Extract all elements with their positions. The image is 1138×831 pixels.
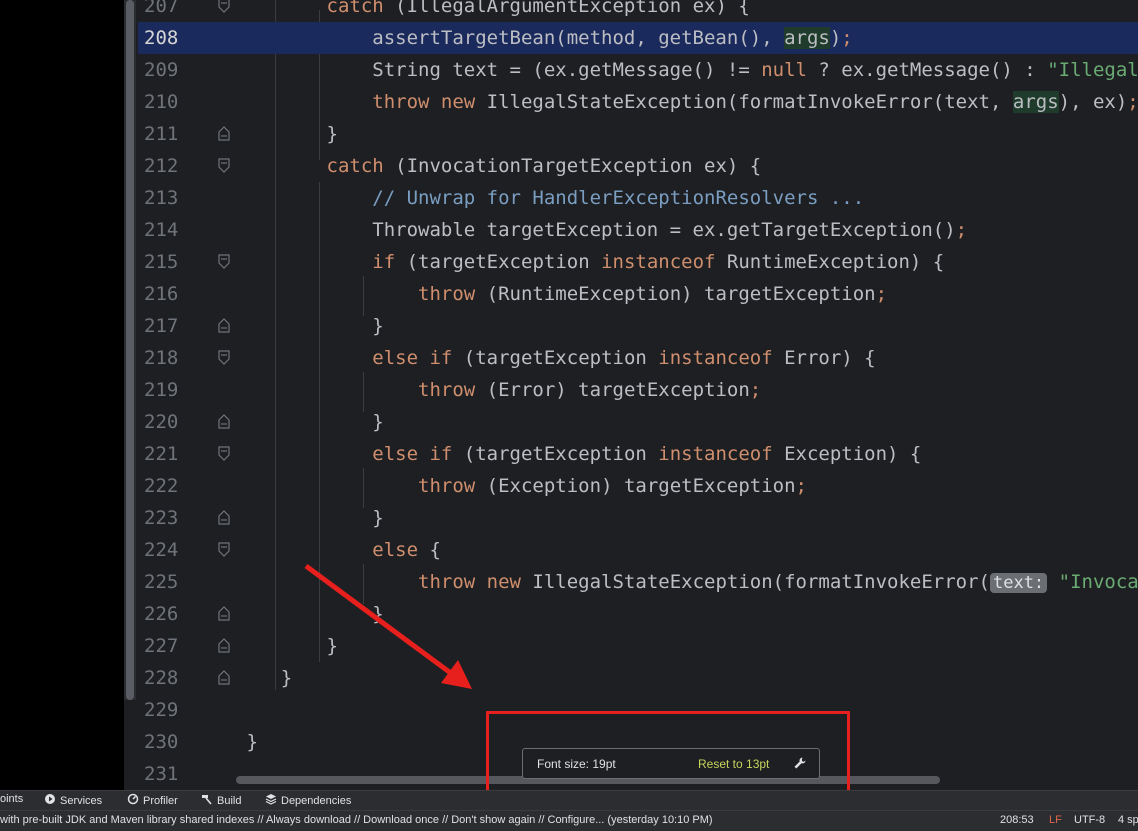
- indent-setting[interactable]: 4 sp: [1118, 814, 1138, 826]
- hammer-icon: [201, 793, 213, 808]
- status-bar: with pre-built JDK and Maven library sha…: [0, 810, 1138, 831]
- annotation-arrow: [304, 563, 472, 689]
- line-separator[interactable]: LF: [1049, 814, 1062, 826]
- status-message[interactable]: with pre-built JDK and Maven library sha…: [0, 814, 713, 826]
- caret-position[interactable]: 208:53: [1000, 814, 1034, 826]
- profiler-tab[interactable]: Profiler: [127, 793, 178, 808]
- font-size-popup: Font size: 19pt Reset to 13pt: [522, 748, 820, 779]
- wrench-icon[interactable]: [793, 756, 807, 773]
- breakpoints-label: oints: [0, 793, 24, 805]
- layers-icon: [265, 793, 277, 808]
- breakpoints-tab[interactable]: oints: [0, 793, 23, 805]
- services-label: Services: [60, 794, 103, 807]
- font-size-label: Font size: 19pt: [537, 757, 616, 771]
- reset-font-size-link[interactable]: Reset to 13pt: [698, 757, 769, 771]
- tool-window-bar: oints Services Profiler Build Dependenci…: [0, 790, 1138, 811]
- build-tab[interactable]: Build: [201, 793, 241, 808]
- dependencies-tab[interactable]: Dependencies: [265, 793, 351, 808]
- build-label: Build: [217, 794, 242, 807]
- profiler-label: Profiler: [143, 794, 178, 807]
- dependencies-label: Dependencies: [281, 794, 352, 807]
- file-encoding[interactable]: UTF-8: [1074, 814, 1105, 826]
- services-tab[interactable]: Services: [44, 793, 102, 808]
- profiler-icon: [127, 793, 139, 808]
- services-icon: [44, 793, 56, 808]
